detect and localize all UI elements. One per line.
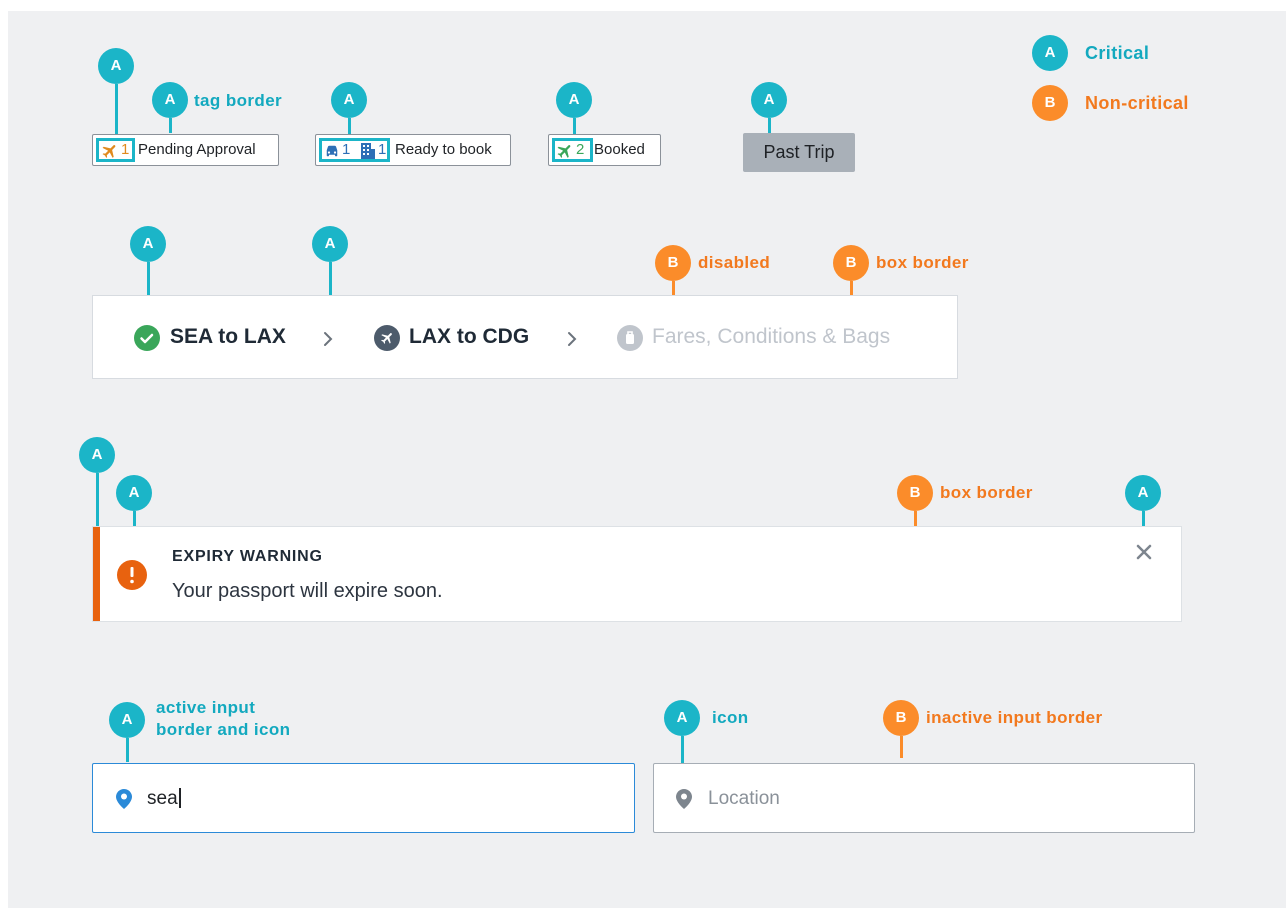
text-cursor [179, 788, 181, 808]
annotation-marker: A [751, 82, 787, 118]
hotel-count: 1 [378, 141, 387, 158]
chevron-right-icon [568, 332, 577, 346]
plane-icon [102, 145, 116, 158]
note-disabled: disabled [698, 253, 771, 272]
check-icon [134, 325, 160, 351]
legend-marker-b: B [1032, 85, 1068, 121]
alert-message: Your passport will expire soon. [172, 580, 443, 602]
annotation-stem [768, 118, 771, 133]
annotation-marker: B [897, 475, 933, 511]
annotation-marker: A [556, 82, 592, 118]
car-count: 1 [342, 141, 351, 158]
annotation-stem [914, 511, 917, 526]
annotation-marker: B [655, 245, 691, 281]
annotation-marker: A [116, 475, 152, 511]
annotation-marker: A [312, 226, 348, 262]
active-input-value: sea [147, 788, 178, 809]
legend-critical-label: Critical [1085, 43, 1150, 63]
location-input-inactive[interactable]: Location [653, 763, 1195, 833]
annotation-marker: A [79, 437, 115, 473]
annotation-marker: B [833, 245, 869, 281]
annotation-stem [115, 84, 118, 136]
note-tag-border: tag border [194, 91, 283, 110]
expiry-alert: EXPIRY WARNING Your passport will expire… [92, 526, 1182, 622]
note-box-border: box border [876, 253, 969, 272]
step-sea-to-lax[interactable]: SEA to LAX [170, 325, 286, 349]
note-inactive-input-border: inactive input border [926, 708, 1103, 727]
note-active-input-line1: active input [156, 698, 256, 717]
car-icon [326, 145, 338, 157]
annotation-marker: B [883, 700, 919, 736]
annotation-stem [850, 281, 853, 295]
annotation-stem [169, 118, 172, 133]
ready-label: Ready to book [395, 141, 492, 158]
annotation-marker: A [331, 82, 367, 118]
trip-stepper: SEA to LAX LAX to CDG Fares, Conditions … [92, 295, 958, 379]
annotation-stem [126, 738, 129, 762]
note-icon: icon [712, 708, 749, 727]
annotation-marker: A [109, 702, 145, 738]
step-fares-conditions-bags: Fares, Conditions & Bags [652, 325, 891, 348]
annotation-marker: A [98, 48, 134, 84]
legend-marker-a: A [1032, 35, 1068, 71]
annotation-marker: A [130, 226, 166, 262]
alert-title: EXPIRY WARNING [172, 548, 323, 565]
pending-label: Pending Approval [138, 141, 256, 158]
booked-label: Booked [594, 141, 645, 158]
note-box-border: box border [940, 483, 1033, 502]
legend-non-critical-label: Non-critical [1085, 93, 1189, 113]
annotation-marker: A [664, 700, 700, 736]
inactive-input-placeholder: Location [708, 788, 780, 809]
annotation-stem [900, 736, 903, 758]
note-active-input-line2: border and icon [156, 720, 291, 739]
close-icon[interactable] [1136, 544, 1152, 560]
map-pin-icon [676, 789, 692, 809]
booked-count: 2 [576, 141, 585, 158]
tag-booked: 2 Booked [548, 134, 661, 166]
alert-accent-bar [93, 527, 100, 621]
plane-icon [557, 145, 571, 158]
tag-pending-approval: 1 Pending Approval [92, 134, 279, 166]
tag-past-trip: Past Trip [743, 133, 855, 172]
step-lax-to-cdg[interactable]: LAX to CDG [409, 325, 529, 349]
warning-icon [117, 560, 147, 590]
annotation-marker: A [152, 82, 188, 118]
map-pin-icon [116, 789, 132, 809]
plane-icon [374, 325, 400, 351]
annotation-marker: A [1125, 475, 1161, 511]
location-input-active[interactable]: sea [92, 763, 635, 833]
luggage-icon [617, 325, 643, 351]
chevron-right-icon [324, 332, 333, 346]
tag-ready-to-book: 1 1 Ready to book [315, 134, 511, 166]
hotel-icon [361, 143, 375, 159]
pending-count: 1 [121, 141, 130, 158]
